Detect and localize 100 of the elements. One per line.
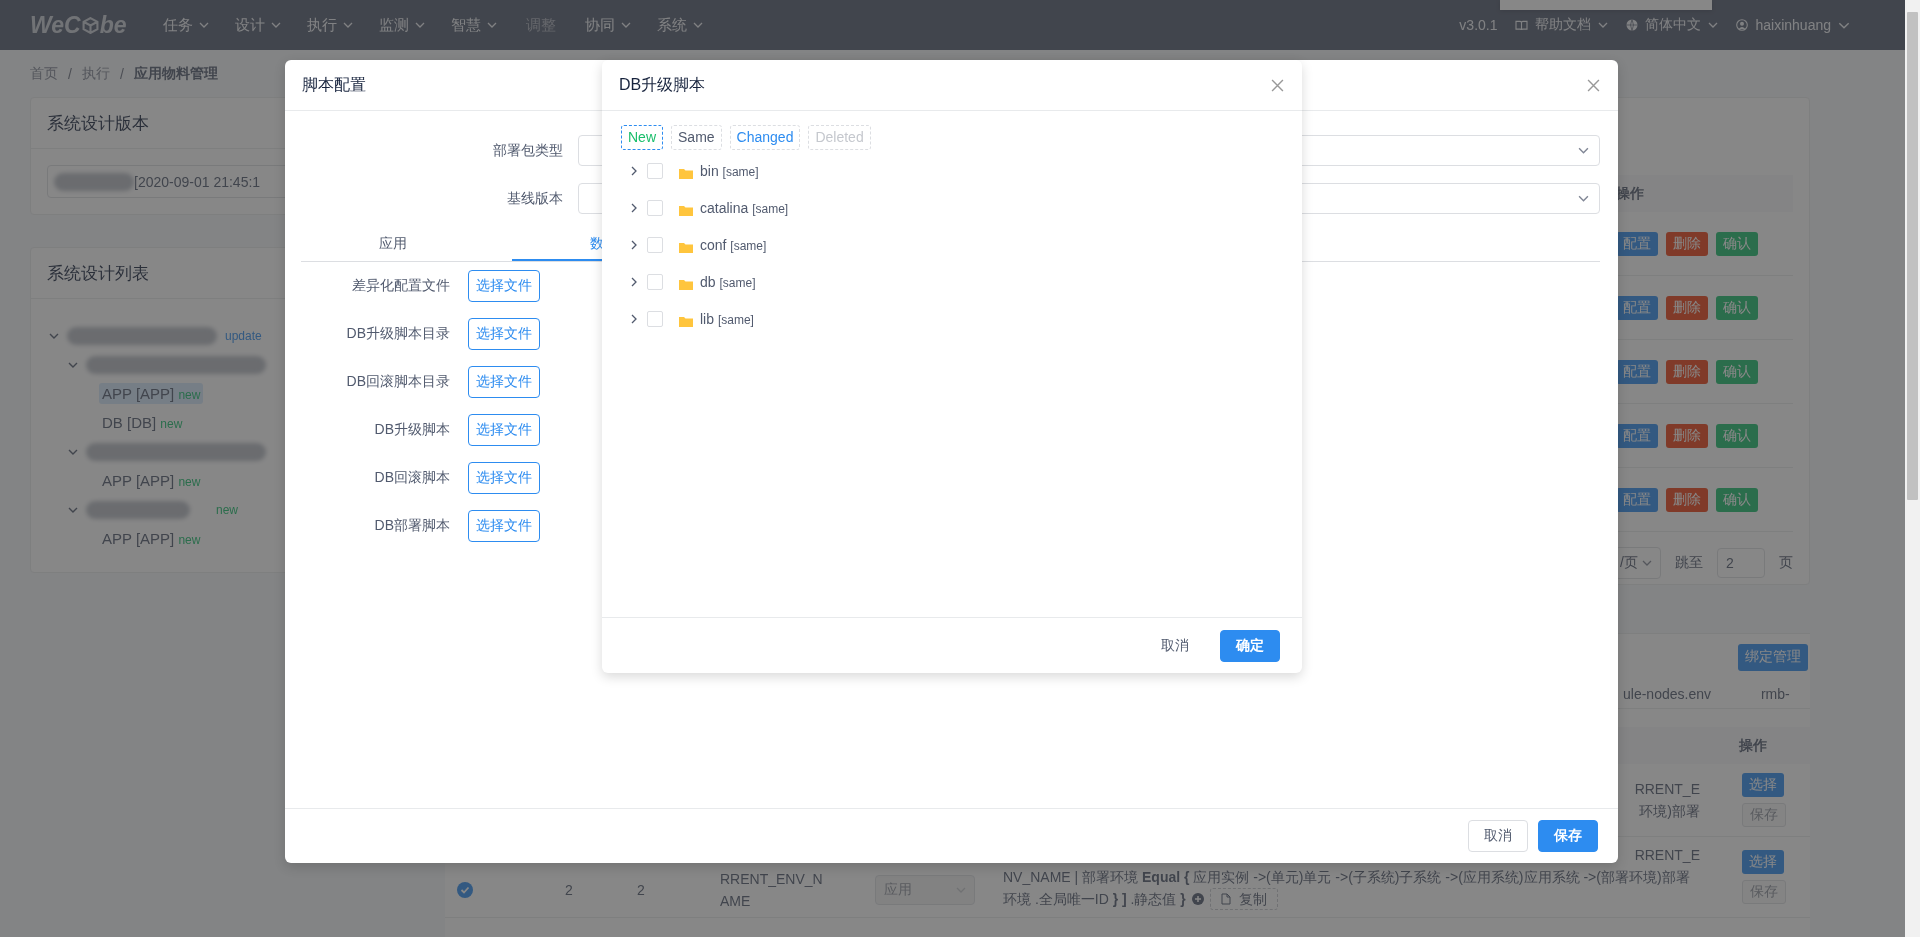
checkbox[interactable] <box>647 273 663 290</box>
close-icon[interactable] <box>1271 78 1284 92</box>
choose-file-button[interactable]: 选择文件 <box>468 414 540 446</box>
folder-icon <box>679 166 693 179</box>
copy-button[interactable]: 复制 <box>1209 888 1278 910</box>
user-icon <box>1736 19 1749 31</box>
primary-action-button[interactable]: 配置 <box>1616 423 1658 448</box>
folder-icon <box>679 203 693 216</box>
field-label: DB升级脚本 <box>373 421 451 439</box>
primary-action-button[interactable]: 配置 <box>1616 359 1658 384</box>
tree-item[interactable]: APP [APP] new <box>99 383 204 404</box>
collapse-caret-icon[interactable] <box>68 506 78 513</box>
file-tab[interactable]: ule-nodes.env <box>1623 686 1711 702</box>
caret-down-icon <box>1578 147 1589 154</box>
add-circle-icon[interactable] <box>1191 893 1204 905</box>
card-title: 系统设计列表 <box>47 262 149 285</box>
file-icon <box>1220 893 1231 905</box>
expression-text: RRENT_E <box>1634 846 1700 865</box>
tree-item[interactable]: DB [DB] new <box>99 412 186 433</box>
collapse-caret-icon[interactable] <box>49 332 59 339</box>
danger-action-button[interactable]: 删除 <box>1666 295 1708 320</box>
book-icon <box>1515 19 1529 31</box>
checkbox[interactable] <box>647 310 663 327</box>
menu-item[interactable]: 智慧 <box>438 15 510 35</box>
caret-down-icon <box>1838 21 1850 29</box>
tab[interactable]: 应用 <box>301 228 512 261</box>
caret-down-icon <box>1642 560 1652 566</box>
checkbox[interactable] <box>647 199 663 216</box>
folder-name[interactable]: db [same] <box>700 273 756 290</box>
dialog-title: DB升级脚本 <box>619 74 706 95</box>
globe-icon <box>1626 19 1639 31</box>
expression-text: 环境)部署 <box>1639 802 1700 821</box>
danger-action-button[interactable]: 删除 <box>1666 231 1708 256</box>
folder-name[interactable]: conf [same] <box>700 236 767 253</box>
field-label: 部署包类型 <box>492 141 564 160</box>
table-cell-text: RRENT_ENV_NAME <box>720 870 824 911</box>
card-title: 系统设计版本 <box>47 112 149 135</box>
scrollbar[interactable] <box>1905 0 1920 937</box>
tree-item[interactable]: APP [APP] new <box>99 528 204 549</box>
success-action-button[interactable]: 确认 <box>1716 231 1758 256</box>
row-action-button[interactable]: 选择 <box>1742 850 1784 874</box>
primary-action-button[interactable]: 配置 <box>1616 295 1658 320</box>
save-button[interactable]: 保存 <box>1538 820 1598 852</box>
page-input[interactable]: 2 <box>1717 548 1765 578</box>
filter-tag[interactable]: New <box>621 125 663 150</box>
choose-file-button[interactable]: 选择文件 <box>468 366 540 398</box>
choose-file-button[interactable]: 选择文件 <box>468 510 540 542</box>
expression-text: RRENT_E <box>1634 780 1700 799</box>
success-action-button[interactable]: 确认 <box>1716 423 1758 448</box>
collapse-caret-icon[interactable] <box>68 448 78 455</box>
breadcrumb-separator: / <box>68 65 72 82</box>
user-menu[interactable]: haixinhuang <box>1736 17 1850 33</box>
field-label: 差异化配置文件 <box>351 277 451 295</box>
field-label: DB部署脚本 <box>373 517 451 535</box>
folder-name[interactable]: lib [same] <box>700 310 754 327</box>
folder-name[interactable]: bin [same] <box>700 162 759 179</box>
status-tag: new <box>216 502 238 517</box>
field-label: DB回滚脚本目录 <box>345 373 451 391</box>
close-icon[interactable] <box>1587 78 1600 92</box>
checkbox-checked-icon[interactable] <box>457 882 473 898</box>
breadcrumb-link[interactable]: 应用物料管理 <box>133 64 218 83</box>
checkbox[interactable] <box>647 162 663 179</box>
field-label: DB回滚脚本 <box>373 469 451 487</box>
menu-item[interactable]: 设计 <box>222 15 294 35</box>
success-action-button[interactable]: 确认 <box>1716 359 1758 384</box>
choose-file-button[interactable]: 选择文件 <box>468 270 540 302</box>
menu-item[interactable]: 系统 <box>644 15 716 35</box>
danger-action-button[interactable]: 删除 <box>1666 423 1708 448</box>
checkbox[interactable] <box>647 236 663 253</box>
menu-item[interactable]: 监测 <box>366 15 438 35</box>
field-label: DB升级脚本目录 <box>345 325 451 343</box>
danger-action-button[interactable]: 删除 <box>1666 359 1708 384</box>
folder-icon <box>679 314 693 327</box>
choose-file-button[interactable]: 选择文件 <box>468 318 540 350</box>
success-action-button[interactable]: 确认 <box>1716 295 1758 320</box>
folder-name[interactable]: catalina [same] <box>700 199 789 216</box>
choose-file-button[interactable]: 选择文件 <box>468 462 540 494</box>
primary-action-button[interactable]: 配置 <box>1616 231 1658 256</box>
collapse-caret-icon[interactable] <box>68 361 78 368</box>
tree-item[interactable]: APP [APP] new <box>99 470 204 491</box>
breadcrumb-separator: / <box>119 65 124 82</box>
caret-down-icon <box>1578 195 1589 202</box>
ok-button[interactable]: 确定 <box>1220 629 1280 662</box>
success-action-button[interactable]: 确认 <box>1716 487 1758 512</box>
file-tab[interactable]: rmb- <box>1760 686 1790 702</box>
filter-tag[interactable]: Same <box>671 125 722 150</box>
menu-item[interactable]: 任务 <box>150 15 222 35</box>
table-cell: 2 <box>637 882 645 898</box>
danger-action-button[interactable]: 删除 <box>1666 487 1708 512</box>
cancel-button[interactable]: 取消 <box>1468 820 1528 852</box>
table-cell: 2 <box>565 882 573 898</box>
filter-tag[interactable]: Changed <box>729 125 801 150</box>
folder-icon <box>679 240 693 253</box>
menu-item[interactable]: 协同 <box>572 15 644 35</box>
filter-tag[interactable]: Deleted <box>808 125 871 150</box>
column-header: 操作 <box>1738 736 1768 755</box>
menu-item[interactable]: 执行 <box>294 15 366 35</box>
primary-action-button[interactable]: 配置 <box>1616 487 1658 512</box>
row-action-button[interactable]: 选择 <box>1742 773 1784 797</box>
binding-manage-button[interactable]: 绑定管理 <box>1738 643 1808 671</box>
